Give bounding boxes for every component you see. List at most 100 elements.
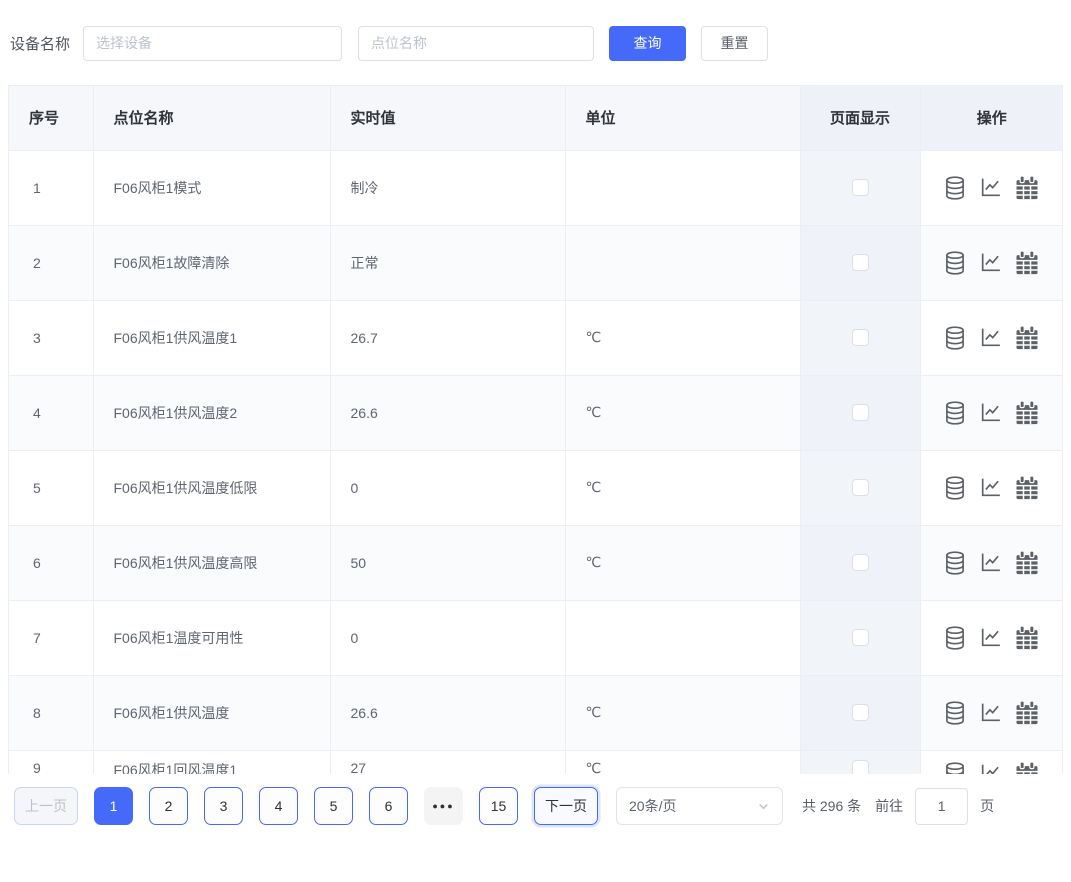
table-row: 3 F06风柜1供风温度1 26.7 ℃ xyxy=(9,300,1063,375)
row-index: 2 xyxy=(9,225,93,300)
points-table-wrapper: 序号 点位名称 实时值 单位 页面显示 操作 1 F06风柜1模式 制冷 xyxy=(8,85,1063,774)
row-realtime-value: 27 xyxy=(330,750,565,774)
row-unit xyxy=(565,150,800,225)
page-display-checkbox[interactable] xyxy=(852,179,869,196)
table-row: 5 F06风柜1供风温度低限 0 ℃ xyxy=(9,450,1063,525)
table-row: 6 F06风柜1供风温度高限 50 ℃ xyxy=(9,525,1063,600)
column-header-realtime: 实时值 xyxy=(330,86,565,150)
row-index: 9 xyxy=(9,750,93,774)
row-index: 4 xyxy=(9,375,93,450)
column-header-actions: 操作 xyxy=(920,86,1063,150)
table-row: 1 F06风柜1模式 制冷 xyxy=(9,150,1063,225)
row-index: 1 xyxy=(9,150,93,225)
page-display-checkbox[interactable] xyxy=(852,254,869,271)
query-button[interactable]: 查询 xyxy=(609,26,686,61)
column-header-unit: 单位 xyxy=(565,86,800,150)
line-chart-icon[interactable] xyxy=(978,325,1003,350)
column-header-index: 序号 xyxy=(9,86,93,150)
database-icon[interactable] xyxy=(942,325,968,351)
row-unit xyxy=(565,225,800,300)
page-display-checkbox[interactable] xyxy=(852,404,869,421)
calendar-icon[interactable] xyxy=(1013,624,1041,652)
line-chart-icon[interactable] xyxy=(978,761,1003,774)
calendar-icon[interactable] xyxy=(1013,699,1041,727)
table-row: 8 F06风柜1供风温度 26.6 ℃ xyxy=(9,675,1063,750)
database-icon[interactable] xyxy=(942,761,968,775)
device-select-input[interactable] xyxy=(83,26,342,61)
prev-page-button[interactable]: 上一页 xyxy=(14,787,78,825)
row-page-display-cell xyxy=(800,150,920,225)
page-button-4[interactable]: 4 xyxy=(259,787,298,825)
row-realtime-value: 0 xyxy=(330,450,565,525)
row-realtime-value: 50 xyxy=(330,525,565,600)
database-icon[interactable] xyxy=(942,550,968,576)
row-actions-cell xyxy=(920,225,1063,300)
line-chart-icon[interactable] xyxy=(978,550,1003,575)
page-display-checkbox[interactable] xyxy=(852,629,869,646)
row-page-display-cell xyxy=(800,600,920,675)
page-button-5[interactable]: 5 xyxy=(314,787,353,825)
row-point-name: F06风柜1温度可用性 xyxy=(93,600,330,675)
goto-page-unit: 页 xyxy=(980,796,994,816)
row-point-name: F06风柜1供风温度2 xyxy=(93,375,330,450)
database-icon[interactable] xyxy=(942,700,968,726)
page-display-checkbox[interactable] xyxy=(852,704,869,721)
row-point-name: F06风柜1供风温度高限 xyxy=(93,525,330,600)
line-chart-icon[interactable] xyxy=(978,700,1003,725)
row-page-display-cell xyxy=(800,225,920,300)
line-chart-icon[interactable] xyxy=(978,625,1003,650)
row-page-display-cell xyxy=(800,300,920,375)
goto-page-input[interactable] xyxy=(915,788,968,825)
calendar-icon[interactable] xyxy=(1013,474,1041,502)
page-display-checkbox[interactable] xyxy=(852,479,869,496)
row-actions-cell xyxy=(920,150,1063,225)
page-size-value: 20条/页 xyxy=(629,796,676,816)
row-unit xyxy=(565,600,800,675)
page-button-2[interactable]: 2 xyxy=(149,787,188,825)
point-name-input[interactable] xyxy=(358,26,594,61)
row-index: 6 xyxy=(9,525,93,600)
row-index: 3 xyxy=(9,300,93,375)
calendar-icon[interactable] xyxy=(1013,399,1041,427)
row-unit: ℃ xyxy=(565,675,800,750)
database-icon[interactable] xyxy=(942,625,968,651)
line-chart-icon[interactable] xyxy=(978,475,1003,500)
chevron-down-icon xyxy=(757,800,770,813)
page-ellipsis[interactable]: ●●● xyxy=(424,787,463,825)
database-icon[interactable] xyxy=(942,400,968,426)
line-chart-icon[interactable] xyxy=(978,250,1003,275)
next-page-button[interactable]: 下一页 xyxy=(534,787,598,825)
table-body: 1 F06风柜1模式 制冷 xyxy=(9,150,1063,774)
page-button-15[interactable]: 15 xyxy=(479,787,518,825)
row-actions-cell xyxy=(920,450,1063,525)
calendar-icon[interactable] xyxy=(1013,249,1041,277)
page-button-1[interactable]: 1 xyxy=(94,787,133,825)
reset-button[interactable]: 重置 xyxy=(701,26,768,61)
page-display-checkbox[interactable] xyxy=(852,760,869,774)
page-size-select[interactable]: 20条/页 xyxy=(616,787,783,825)
calendar-icon[interactable] xyxy=(1013,760,1041,775)
database-icon[interactable] xyxy=(942,175,968,201)
page-display-checkbox[interactable] xyxy=(852,554,869,571)
calendar-icon[interactable] xyxy=(1013,549,1041,577)
database-icon[interactable] xyxy=(942,250,968,276)
goto-label: 前往 xyxy=(875,796,903,816)
database-icon[interactable] xyxy=(942,475,968,501)
row-unit: ℃ xyxy=(565,300,800,375)
row-index: 8 xyxy=(9,675,93,750)
calendar-icon[interactable] xyxy=(1013,174,1041,202)
line-chart-icon[interactable] xyxy=(978,175,1003,200)
line-chart-icon[interactable] xyxy=(978,400,1003,425)
row-realtime-value: 正常 xyxy=(330,225,565,300)
page-display-checkbox[interactable] xyxy=(852,329,869,346)
page-button-6[interactable]: 6 xyxy=(369,787,408,825)
table-row: 7 F06风柜1温度可用性 0 xyxy=(9,600,1063,675)
page-button-3[interactable]: 3 xyxy=(204,787,243,825)
row-realtime-value: 26.6 xyxy=(330,675,565,750)
device-name-label: 设备名称 xyxy=(10,33,70,54)
table-row: 2 F06风柜1故障清除 正常 xyxy=(9,225,1063,300)
row-actions-cell xyxy=(920,375,1063,450)
row-unit: ℃ xyxy=(565,375,800,450)
row-point-name: F06风柜1供风温度低限 xyxy=(93,450,330,525)
calendar-icon[interactable] xyxy=(1013,324,1041,352)
